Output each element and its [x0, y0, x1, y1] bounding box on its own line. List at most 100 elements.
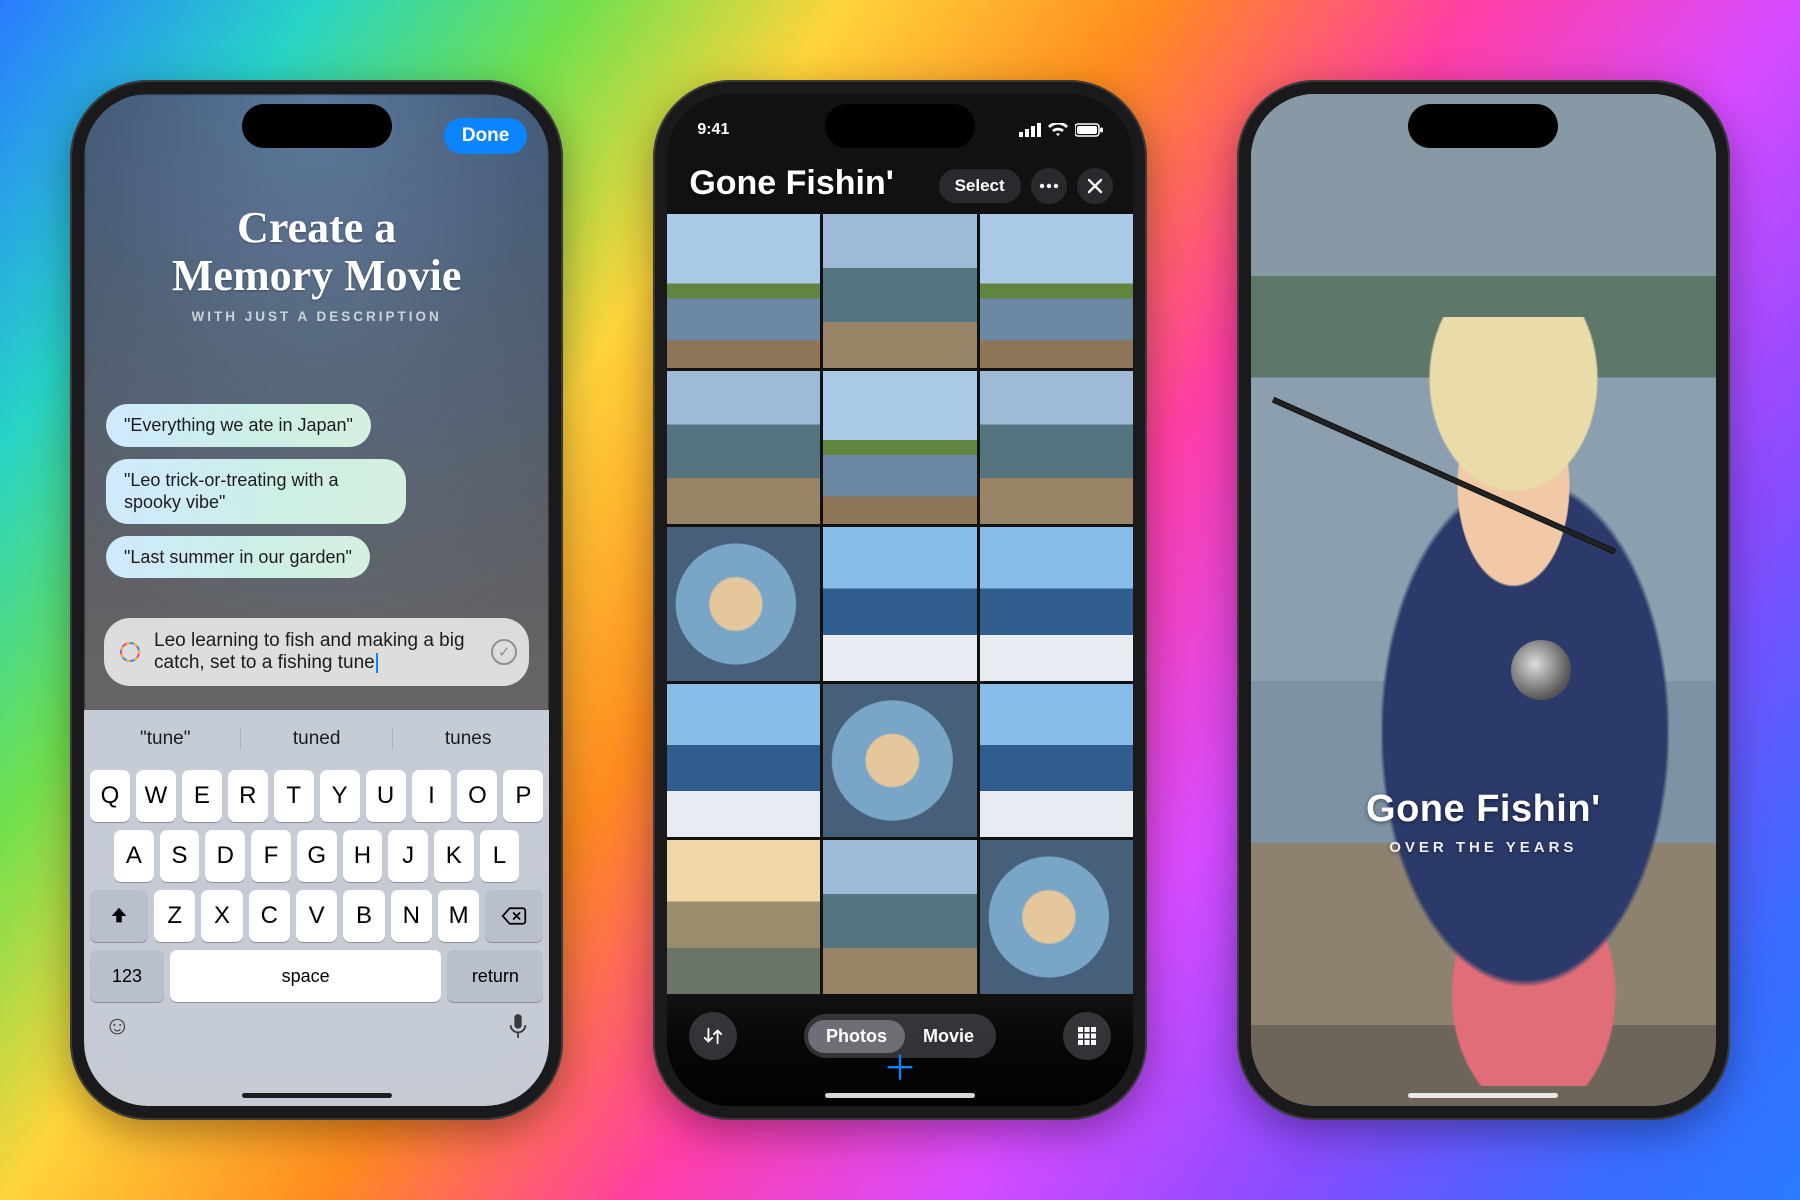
kbd-space-key[interactable]: space: [170, 950, 441, 1002]
memory-title: Gone Fishin': [1251, 788, 1716, 831]
memory-subtitle: OVER THE YEARS: [1251, 839, 1716, 856]
home-indicator[interactable]: [825, 1093, 975, 1098]
phone-1: Done Create a Memory Movie WITH JUST A D…: [70, 80, 563, 1120]
photo-thumbnail[interactable]: [980, 214, 1133, 368]
sort-button[interactable]: [689, 1012, 737, 1060]
kbd-key[interactable]: Q: [90, 770, 130, 822]
photo-thumbnail[interactable]: [823, 371, 976, 525]
screen-create-memory: Done Create a Memory Movie WITH JUST A D…: [84, 94, 549, 1106]
photo-thumbnail[interactable]: [823, 840, 976, 994]
kbd-key[interactable]: R: [228, 770, 268, 822]
wifi-icon: [1048, 123, 1068, 137]
cellular-icon: [1019, 123, 1041, 137]
kbd-key[interactable]: U: [366, 770, 406, 822]
kbd-suggestion[interactable]: "tune": [90, 728, 240, 750]
done-button[interactable]: Done: [444, 118, 528, 154]
photo-thumbnail[interactable]: [980, 371, 1133, 525]
suggestion-chip[interactable]: "Everything we ate in Japan": [106, 404, 371, 447]
photo-thumbnail[interactable]: [823, 527, 976, 681]
dictation-mic-icon[interactable]: [507, 1012, 529, 1040]
photo-thumbnail[interactable]: [980, 840, 1133, 994]
kbd-shift-key[interactable]: [90, 890, 148, 942]
phone-3: Gone Fishin' OVER THE YEARS: [1237, 80, 1730, 1120]
submit-check-icon[interactable]: ✓: [491, 639, 517, 665]
suggestion-chip[interactable]: "Last summer in our garden": [106, 536, 370, 579]
kbd-row: Q W E R T Y U I O P: [90, 770, 543, 822]
select-button[interactable]: Select: [939, 169, 1021, 203]
prompt-input-text: Leo learning to fish and making a big ca…: [154, 630, 465, 673]
keyboard-suggestion-bar[interactable]: "tune" tuned tunes: [90, 716, 543, 762]
marketing-stage: Done Create a Memory Movie WITH JUST A D…: [0, 0, 1800, 1200]
kbd-key[interactable]: W: [136, 770, 176, 822]
kbd-suggestion[interactable]: tuned: [240, 728, 392, 750]
kbd-bottom-row: ☺: [90, 1002, 543, 1041]
kbd-key[interactable]: S: [160, 830, 200, 882]
photo-thumbnail[interactable]: [667, 371, 820, 525]
kbd-return-key[interactable]: return: [447, 950, 543, 1002]
kbd-key[interactable]: L: [480, 830, 520, 882]
kbd-key[interactable]: P: [503, 770, 543, 822]
kbd-key[interactable]: I: [412, 770, 452, 822]
kbd-key[interactable]: M: [438, 890, 479, 942]
ellipsis-icon: [1039, 183, 1059, 189]
kbd-key[interactable]: D: [205, 830, 245, 882]
layout-button[interactable]: [1063, 1012, 1111, 1060]
hero-subtitle: WITH JUST A DESCRIPTION: [84, 309, 549, 324]
emoji-icon[interactable]: ☺: [104, 1010, 131, 1041]
hero-title-line2: Memory Movie: [172, 251, 462, 300]
photo-thumbnail[interactable]: [823, 684, 976, 838]
segment-movie[interactable]: Movie: [905, 1020, 992, 1053]
suggestion-chip-list: "Everything we ate in Japan" "Leo trick-…: [106, 404, 527, 578]
photo-thumbnail[interactable]: [667, 214, 820, 368]
battery-icon: [1075, 123, 1103, 137]
home-indicator[interactable]: [1408, 1093, 1558, 1098]
hero-title-line1: Create a: [237, 203, 396, 252]
kbd-key[interactable]: H: [343, 830, 383, 882]
close-button[interactable]: [1077, 168, 1113, 204]
photo-thumbnail[interactable]: [667, 527, 820, 681]
more-button[interactable]: [1031, 168, 1067, 204]
prompt-input[interactable]: Leo learning to fish and making a big ca…: [104, 618, 529, 686]
kbd-123-key[interactable]: 123: [90, 950, 164, 1002]
kbd-key[interactable]: E: [182, 770, 222, 822]
dynamic-island: [242, 104, 392, 148]
screen-photo-grid: 9:41 Gone Fishin' Select: [667, 94, 1132, 1106]
kbd-key[interactable]: B: [343, 890, 384, 942]
screen-memory-cover[interactable]: Gone Fishin' OVER THE YEARS: [1251, 94, 1716, 1106]
kbd-row: Z X C V B N M: [90, 890, 543, 942]
kbd-key[interactable]: G: [297, 830, 337, 882]
memory-title-block: Gone Fishin' OVER THE YEARS: [1251, 788, 1716, 856]
kbd-key[interactable]: O: [457, 770, 497, 822]
kbd-key[interactable]: T: [274, 770, 314, 822]
dynamic-island: [1408, 104, 1558, 148]
kbd-key[interactable]: A: [114, 830, 154, 882]
kbd-key[interactable]: F: [251, 830, 291, 882]
kbd-key[interactable]: C: [249, 890, 290, 942]
home-indicator[interactable]: [242, 1093, 392, 1098]
kbd-key[interactable]: K: [434, 830, 474, 882]
photo-grid[interactable]: [667, 214, 1132, 994]
kbd-row: 123 space return: [90, 950, 543, 1002]
kbd-key[interactable]: X: [201, 890, 242, 942]
kbd-key[interactable]: Z: [154, 890, 195, 942]
text-caret: [376, 653, 378, 673]
kbd-key[interactable]: J: [388, 830, 428, 882]
ios-keyboard[interactable]: "tune" tuned tunes Q W E R T Y U I O P: [84, 710, 549, 1106]
suggestion-chip[interactable]: "Leo trick-or-treating with a spooky vib…: [106, 459, 406, 524]
hero-title: Create a Memory Movie: [84, 204, 549, 299]
photo-thumbnail[interactable]: [667, 840, 820, 994]
hero-heading: Create a Memory Movie WITH JUST A DESCRI…: [84, 204, 549, 324]
sort-arrows-icon: [702, 1025, 724, 1047]
close-icon: [1087, 178, 1103, 194]
photo-thumbnail[interactable]: [980, 527, 1133, 681]
add-button[interactable]: ＋: [883, 1041, 917, 1090]
kbd-key[interactable]: N: [391, 890, 432, 942]
kbd-suggestion[interactable]: tunes: [393, 728, 543, 750]
kbd-key[interactable]: Y: [320, 770, 360, 822]
album-actions: Select: [939, 168, 1113, 204]
kbd-key[interactable]: V: [296, 890, 337, 942]
photo-thumbnail[interactable]: [823, 214, 976, 368]
photo-thumbnail[interactable]: [667, 684, 820, 838]
photo-thumbnail[interactable]: [980, 684, 1133, 838]
kbd-backspace-key[interactable]: [485, 890, 543, 942]
